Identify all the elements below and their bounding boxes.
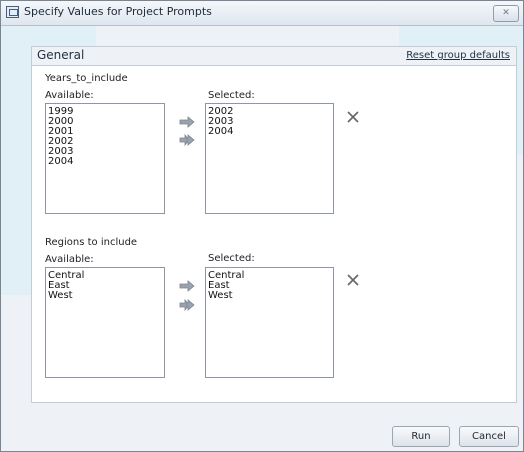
selected-label-years: Selected: <box>208 90 255 101</box>
add-all-arrow-icon[interactable] <box>179 131 195 147</box>
group-title: General <box>37 48 85 62</box>
list-item[interactable]: 2004 <box>208 127 331 137</box>
app-icon <box>6 6 19 18</box>
remove-all-icon[interactable] <box>344 271 362 289</box>
available-list-regions[interactable]: Central East West <box>45 267 165 378</box>
add-all-arrow-icon[interactable] <box>179 296 195 312</box>
general-group: General Reset group defaults Years_to_in… <box>31 46 517 403</box>
add-arrow-icon[interactable] <box>179 113 195 128</box>
prompt-dialog: Specify Values for Project Prompts ✕ Gen… <box>0 0 524 452</box>
add-arrow-icon[interactable] <box>179 277 195 292</box>
title-bar: Specify Values for Project Prompts ✕ <box>1 1 523 26</box>
selected-list-regions[interactable]: Central East West <box>205 267 334 378</box>
list-item[interactable]: West <box>48 291 162 301</box>
list-item[interactable]: West <box>208 291 331 301</box>
remove-all-icon[interactable] <box>344 108 362 126</box>
selected-list-years[interactable]: 2002 2003 2004 <box>205 103 334 214</box>
run-button[interactable]: Run <box>392 426 450 447</box>
cancel-button[interactable]: Cancel <box>459 426 519 447</box>
available-list-years[interactable]: 1999 2000 2001 2002 2003 2004 <box>45 103 165 214</box>
reset-group-defaults-link[interactable]: Reset group defaults <box>406 50 510 61</box>
prompt-label-years: Years_to_include <box>45 73 128 84</box>
close-button[interactable]: ✕ <box>493 5 519 22</box>
selected-label-regions: Selected: <box>208 253 255 264</box>
list-item[interactable]: 2004 <box>48 157 162 167</box>
group-header: General Reset group defaults <box>32 47 516 66</box>
prompt-label-regions: Regions to include <box>45 237 138 248</box>
available-label-regions: Available: <box>45 254 94 265</box>
available-label-years: Available: <box>45 90 94 101</box>
window-title: Specify Values for Project Prompts <box>24 5 212 18</box>
